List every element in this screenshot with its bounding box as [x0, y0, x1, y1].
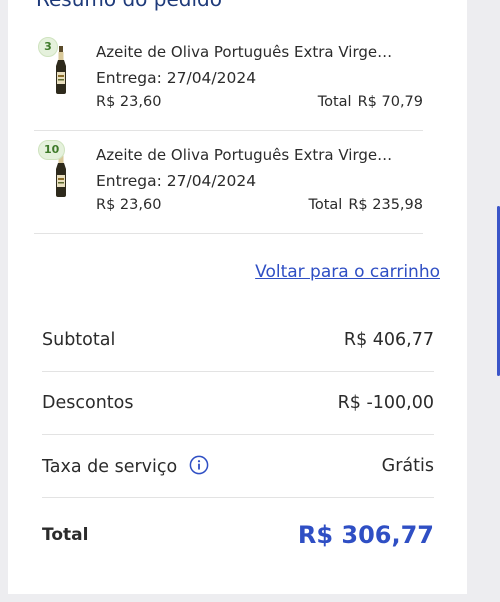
item-total: Total R$ 70,79	[318, 94, 423, 110]
service-fee-label: Taxa de serviço	[42, 457, 178, 477]
subtotal-label: Subtotal	[42, 330, 116, 350]
quantity-badge: 10	[38, 140, 66, 160]
item-total-label: Total	[308, 197, 343, 213]
item-total-label: Total	[317, 94, 352, 110]
discounts-row: Descontos R$ -100,00	[42, 372, 434, 435]
total-value: R$ 306,77	[297, 521, 434, 549]
delivery-date: Entrega: 27/04/2024	[96, 172, 257, 190]
info-icon[interactable]	[189, 455, 209, 475]
order-summary-card: Resumo do pedido 3 Azeite de Oliva Portu…	[8, 0, 467, 594]
order-item: 3 Azeite de Oliva Português Extra Virge……	[34, 28, 423, 131]
item-total-value: R$ 235,98	[348, 197, 423, 213]
product-name: Azeite de Oliva Português Extra Virge…	[96, 146, 393, 164]
quantity-badge: 3	[38, 37, 58, 57]
unit-price: R$ 23,60	[96, 197, 162, 213]
olive-oil-bottle-icon	[56, 46, 66, 94]
unit-price: R$ 23,60	[96, 94, 162, 110]
service-fee-label-group: Taxa de serviço	[42, 455, 209, 477]
order-summary-title: Resumo do pedido	[36, 0, 222, 11]
product-name: Azeite de Oliva Português Extra Virge…	[96, 43, 393, 61]
back-to-cart-link[interactable]: Voltar para o carrinho	[255, 262, 440, 282]
item-total-value: R$ 70,79	[357, 94, 423, 110]
subtotal-row: Subtotal R$ 406,77	[42, 309, 434, 372]
service-fee-row: Taxa de serviço Grátis	[42, 435, 434, 498]
discounts-value: R$ -100,00	[337, 393, 434, 413]
order-item: 10 Azeite de Oliva Português Extra Virge…	[34, 131, 423, 234]
subtotal-value: R$ 406,77	[343, 330, 434, 350]
total-label: Total	[42, 525, 89, 545]
delivery-date: Entrega: 27/04/2024	[96, 69, 257, 87]
item-total: Total R$ 235,98	[308, 197, 423, 213]
discounts-label: Descontos	[42, 393, 134, 413]
total-row: Total R$ 306,77	[42, 500, 434, 570]
service-fee-value: Grátis	[381, 456, 434, 476]
